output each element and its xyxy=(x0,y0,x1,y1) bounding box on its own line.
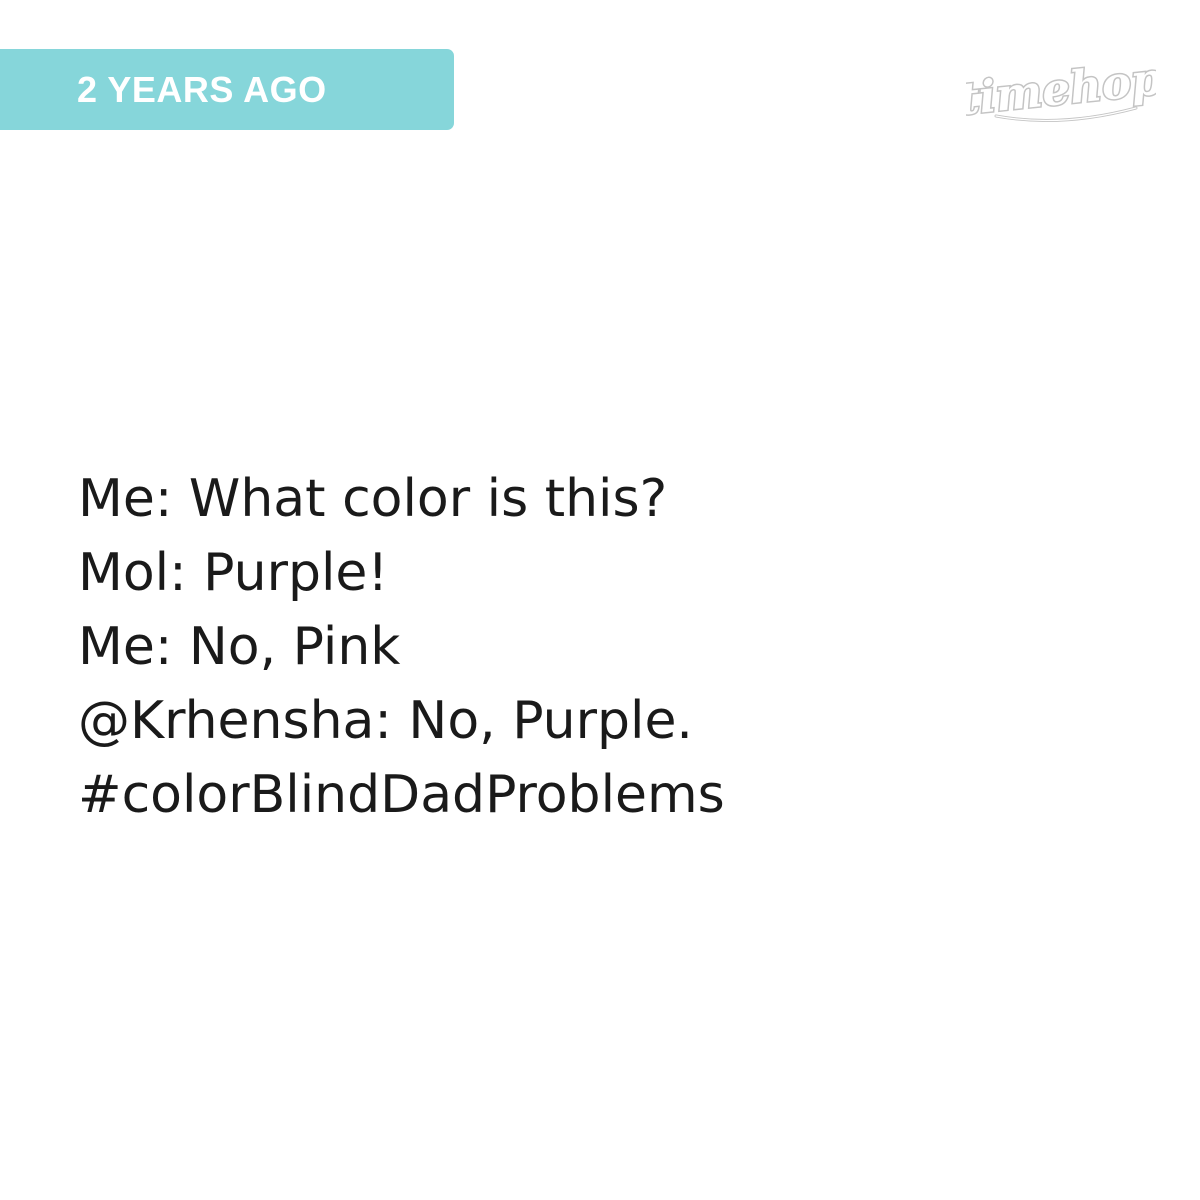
post-text: Me: What color is this? Mol: Purple! Me:… xyxy=(78,462,1138,832)
timehop-logo-icon: timehop xyxy=(966,62,1156,132)
time-ago-label: 2 YEARS AGO xyxy=(77,68,327,110)
post-line: Mol: Purple! xyxy=(78,543,389,603)
post-line-mention[interactable]: @Krhensha: No, Purple. xyxy=(78,684,1138,758)
timehop-card: 2 YEARS AGO timehop Me: What color is th… xyxy=(0,0,1200,1200)
post-line-hashtag[interactable]: #colorBlindDadProblems xyxy=(78,758,1138,832)
post-line: Me: No, Pink xyxy=(78,617,401,677)
time-ago-badge: 2 YEARS AGO xyxy=(0,49,454,130)
post-line: Me: What color is this? xyxy=(78,469,668,529)
